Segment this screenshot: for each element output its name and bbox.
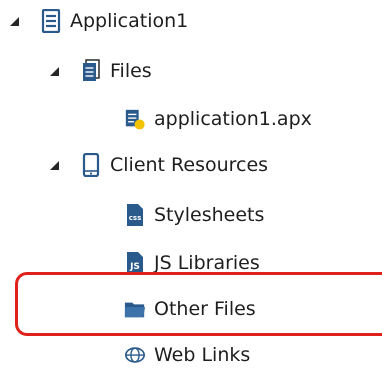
tree-node-web-links[interactable]: Web Links bbox=[124, 340, 250, 370]
expand-arrow-icon[interactable] bbox=[10, 17, 19, 26]
files-folder-icon bbox=[80, 59, 102, 83]
apx-file-icon bbox=[124, 107, 146, 131]
solution-tree: Application1 Files application1.apx Clie… bbox=[0, 0, 382, 368]
tree-node-files[interactable]: Files bbox=[46, 56, 152, 86]
tree-node-application1[interactable]: Application1 bbox=[6, 6, 188, 36]
expand-arrow-icon[interactable] bbox=[50, 161, 59, 170]
application-icon bbox=[40, 9, 62, 33]
tree-node-client-resources[interactable]: Client Resources bbox=[46, 150, 268, 180]
expand-arrow-icon[interactable] bbox=[50, 67, 59, 76]
tree-node-other-files[interactable]: Other Files bbox=[124, 294, 256, 324]
tree-node-label: Other Files bbox=[154, 298, 256, 320]
svg-text:JS: JS bbox=[129, 262, 140, 272]
svg-text:css: css bbox=[129, 214, 141, 222]
js-icon: JS bbox=[124, 251, 146, 275]
tree-node-label: application1.apx bbox=[154, 108, 312, 130]
tree-node-js-libraries[interactable]: JS JS Libraries bbox=[124, 248, 260, 278]
client-resources-icon bbox=[80, 153, 102, 177]
tree-node-label: Application1 bbox=[70, 10, 189, 32]
web-links-icon bbox=[124, 343, 146, 367]
tree-node-label: Files bbox=[110, 60, 152, 82]
css-icon: css bbox=[124, 203, 146, 227]
folder-icon bbox=[124, 297, 146, 321]
tree-node-stylesheets[interactable]: css Stylesheets bbox=[124, 200, 264, 230]
tree-node-application1-apx[interactable]: application1.apx bbox=[124, 104, 312, 134]
tree-node-label: Client Resources bbox=[110, 154, 269, 176]
tree-node-label: JS Libraries bbox=[154, 252, 260, 274]
tree-node-label: Stylesheets bbox=[154, 204, 265, 226]
tree-node-label: Web Links bbox=[154, 344, 251, 366]
